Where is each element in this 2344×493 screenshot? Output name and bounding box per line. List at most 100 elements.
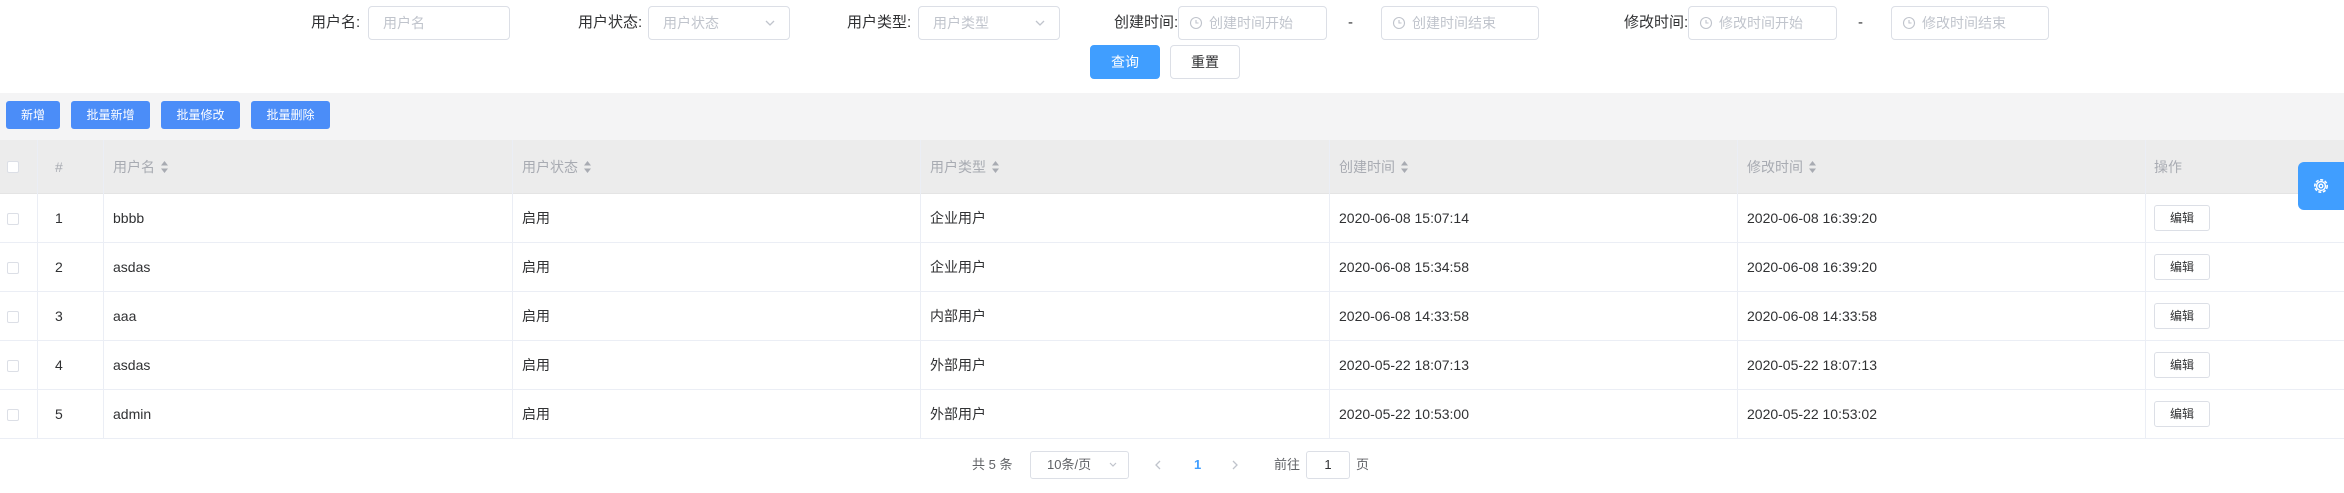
row-checkbox[interactable] (7, 409, 19, 421)
column-header-modified[interactable]: 修改时间 (1747, 140, 1817, 194)
cell-type: 内部用户 (930, 308, 986, 324)
cell-type: 企业用户 (930, 259, 986, 275)
chevron-right-icon[interactable] (1229, 458, 1241, 472)
cell-index: 1 (55, 210, 63, 226)
cell-created: 2020-06-08 15:34:58 (1339, 259, 1469, 275)
batch-delete-button[interactable]: 批量删除 (251, 101, 330, 129)
column-header-created-label: 创建时间 (1339, 159, 1395, 175)
clock-icon (1189, 16, 1203, 30)
modified-end-placeholder: 修改时间结束 (1922, 15, 2006, 31)
sort-caret-icon[interactable] (160, 160, 169, 174)
username-input[interactable]: 用户名 (368, 6, 510, 40)
modified-filter-label: 修改时间: (1624, 14, 1689, 31)
modified-start-placeholder: 修改时间开始 (1719, 15, 1803, 31)
created-end-placeholder: 创建时间结束 (1412, 15, 1496, 31)
edit-button[interactable]: 编辑 (2154, 303, 2210, 329)
sort-caret-icon[interactable] (583, 160, 592, 174)
created-start-input[interactable]: 创建时间开始 (1178, 6, 1327, 40)
goto-suffix: 页 (1356, 457, 1370, 472)
modified-start-input[interactable]: 修改时间开始 (1688, 6, 1837, 40)
batch-add-button[interactable]: 批量新增 (71, 101, 150, 129)
current-page[interactable]: 1 (1194, 452, 1201, 478)
cell-created: 2020-05-22 10:53:00 (1339, 406, 1469, 422)
cell-status: 启用 (522, 357, 550, 373)
created-end-input[interactable]: 创建时间结束 (1381, 6, 1539, 40)
column-divider (512, 140, 513, 439)
table-header (0, 140, 2344, 194)
goto-prefix: 前往 (1274, 457, 1301, 472)
modified-end-input[interactable]: 修改时间结束 (1891, 6, 2049, 40)
clock-icon (1392, 16, 1406, 30)
cell-username: bbbb (113, 210, 145, 226)
pagination-total: 共 5 条 (972, 457, 1013, 472)
row-checkbox[interactable] (7, 213, 19, 225)
cell-modified: 2020-05-22 10:53:02 (1747, 406, 1877, 422)
column-header-modified-label: 修改时间 (1747, 159, 1803, 175)
reset-button[interactable]: 重置 (1170, 45, 1240, 79)
sort-caret-icon[interactable] (1400, 160, 1409, 174)
column-divider (2145, 140, 2146, 439)
sort-caret-icon[interactable] (991, 160, 1000, 174)
type-filter-label: 用户类型: (847, 14, 912, 31)
cell-username: aaa (113, 308, 137, 324)
row-checkbox[interactable] (7, 262, 19, 274)
column-divider (920, 140, 921, 439)
status-placeholder: 用户状态 (663, 15, 719, 31)
cell-index: 5 (55, 406, 63, 422)
cell-modified: 2020-06-08 16:39:20 (1747, 259, 1877, 275)
chevron-down-icon (1109, 462, 1117, 467)
status-select[interactable]: 用户状态 (648, 6, 790, 40)
column-divider (103, 140, 104, 439)
sort-caret-icon[interactable] (1808, 160, 1817, 174)
type-placeholder: 用户类型 (933, 15, 989, 31)
modified-range-separator: - (1858, 14, 1863, 31)
edit-button[interactable]: 编辑 (2154, 352, 2210, 378)
username-placeholder: 用户名 (383, 15, 425, 31)
column-header-actions: 操作 (2154, 159, 2182, 175)
column-header-index: # (55, 159, 63, 175)
select-all-checkbox[interactable] (7, 161, 19, 173)
cell-type: 企业用户 (930, 210, 986, 226)
column-header-created[interactable]: 创建时间 (1339, 140, 1409, 194)
column-header-username[interactable]: 用户名 (113, 140, 169, 194)
column-divider (1737, 140, 1738, 439)
edit-button[interactable]: 编辑 (2154, 401, 2210, 427)
column-divider (37, 140, 38, 439)
page-size-value: 10条/页 (1047, 457, 1092, 472)
cell-modified: 2020-06-08 14:33:58 (1747, 308, 1877, 324)
username-filter-label: 用户名: (311, 14, 361, 31)
edit-button[interactable]: 编辑 (2154, 205, 2210, 231)
column-header-username-label: 用户名 (113, 159, 155, 175)
cell-type: 外部用户 (930, 406, 986, 422)
created-filter-label: 创建时间: (1114, 14, 1179, 31)
clock-icon (1699, 16, 1713, 30)
edit-button[interactable]: 编辑 (2154, 254, 2210, 280)
add-button[interactable]: 新增 (6, 101, 60, 129)
page-size-select[interactable]: 10条/页 (1030, 451, 1129, 479)
goto-page-input[interactable]: 1 (1306, 451, 1350, 479)
column-header-status-label: 用户状态 (522, 159, 578, 175)
cell-index: 3 (55, 308, 63, 324)
status-filter-label: 用户状态: (578, 14, 643, 31)
table-toolbar (0, 93, 2344, 140)
settings-button[interactable] (2298, 162, 2344, 210)
cell-status: 启用 (522, 406, 550, 422)
chevron-left-icon[interactable] (1152, 458, 1164, 472)
cell-index: 2 (55, 259, 63, 275)
column-header-type[interactable]: 用户类型 (930, 140, 1000, 194)
query-button[interactable]: 查询 (1090, 45, 1160, 79)
row-checkbox[interactable] (7, 311, 19, 323)
created-range-separator: - (1348, 14, 1353, 31)
cell-username: asdas (113, 357, 151, 373)
batch-edit-button[interactable]: 批量修改 (161, 101, 240, 129)
type-select[interactable]: 用户类型 (918, 6, 1060, 40)
cell-type: 外部用户 (930, 357, 986, 373)
cell-status: 启用 (522, 210, 550, 226)
created-start-placeholder: 创建时间开始 (1209, 15, 1293, 31)
cell-status: 启用 (522, 308, 550, 324)
row-checkbox[interactable] (7, 360, 19, 372)
cell-username: admin (113, 406, 152, 422)
cell-index: 4 (55, 357, 63, 373)
column-header-status[interactable]: 用户状态 (522, 140, 592, 194)
column-header-type-label: 用户类型 (930, 159, 986, 175)
